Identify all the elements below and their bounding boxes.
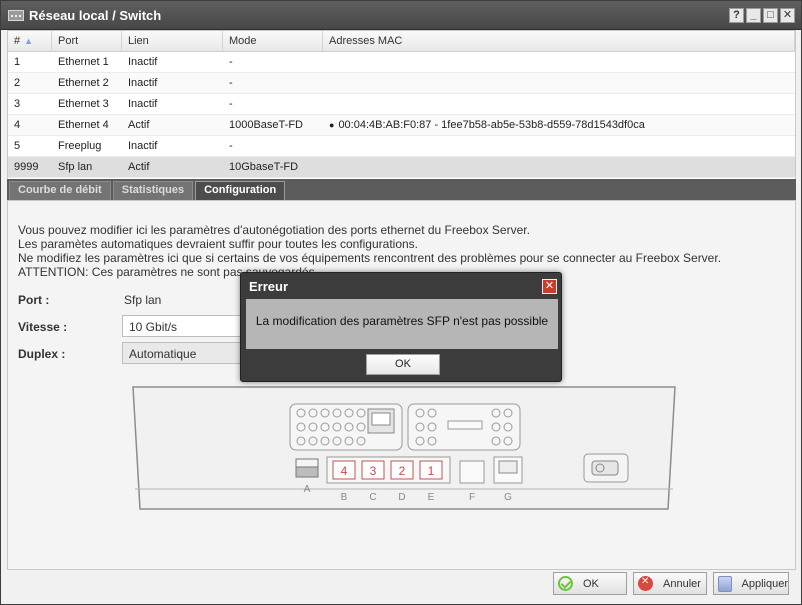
table-row[interactable]: 1 Ethernet 1 Inactif - bbox=[8, 52, 795, 73]
table-row[interactable]: 5 Freeplug Inactif - bbox=[8, 136, 795, 157]
ok-button[interactable]: OK bbox=[553, 572, 627, 595]
cell-port: Ethernet 1 bbox=[58, 56, 109, 68]
port-label-1: 1 bbox=[428, 464, 435, 478]
tab-bar: Courbe de débit Statistiques Configurati… bbox=[7, 179, 796, 200]
column-header-id[interactable]: # ▲ bbox=[8, 31, 52, 51]
cell-mac bbox=[323, 94, 795, 114]
close-button[interactable]: ✕ bbox=[780, 8, 795, 23]
cell-mode: - bbox=[229, 56, 233, 68]
cell-id: 5 bbox=[14, 140, 21, 152]
info-text: Vous pouvez modifier ici les paramètres … bbox=[18, 223, 721, 279]
duplex-label: Duplex : bbox=[18, 347, 66, 361]
cell-port: Freeplug bbox=[58, 140, 102, 152]
cell-id: 2 bbox=[14, 77, 21, 89]
minimize-button[interactable]: _ bbox=[746, 8, 761, 23]
cell-lien: Actif bbox=[128, 119, 150, 131]
window-title: Réseau local / Switch bbox=[29, 8, 162, 23]
freebox-server-diagram: 4 3 2 1 A B C D E F G bbox=[132, 386, 676, 510]
table-row[interactable]: 2 Ethernet 2 Inactif - bbox=[8, 73, 795, 94]
cell-id: 9999 bbox=[14, 161, 39, 173]
speed-select[interactable]: 10 Gbit/s bbox=[122, 315, 252, 337]
bullet-icon: ● bbox=[329, 120, 335, 130]
cell-lien: Inactif bbox=[128, 98, 158, 110]
port-letter-a: A bbox=[304, 484, 311, 495]
tab-configuration[interactable]: Configuration bbox=[195, 181, 286, 200]
dialog-title: Erreur bbox=[249, 279, 289, 294]
cell-mode: 1000BaseT-FD bbox=[229, 119, 303, 131]
help-button[interactable]: ? bbox=[729, 8, 744, 23]
cell-mode: - bbox=[229, 140, 233, 152]
cell-mode: - bbox=[229, 77, 233, 89]
grid-header: # ▲ Port Lien Mode Adresses MAC bbox=[8, 31, 795, 52]
cell-mac bbox=[323, 136, 795, 156]
cell-id: 1 bbox=[14, 56, 21, 68]
title-bar[interactable]: Réseau local / Switch ? _ □ ✕ bbox=[1, 1, 801, 30]
ports-grid: # ▲ Port Lien Mode Adresses MAC 1 Etherne… bbox=[7, 30, 796, 180]
cell-mac bbox=[323, 73, 795, 93]
dialog-ok-button[interactable]: OK bbox=[366, 354, 440, 375]
cancel-label: Annuler bbox=[663, 577, 701, 590]
tab-statistiques[interactable]: Statistiques bbox=[112, 181, 194, 200]
cell-mac bbox=[323, 52, 795, 72]
cell-port: Sfp lan bbox=[58, 161, 93, 173]
port-letter-c: C bbox=[369, 492, 376, 503]
switch-icon bbox=[8, 10, 24, 21]
port-letter-b: B bbox=[341, 492, 348, 503]
error-dialog: Erreur ✕ La modification des paramètres … bbox=[240, 272, 562, 382]
duplex-select[interactable]: Automatique bbox=[122, 342, 252, 364]
cancel-button[interactable]: Annuler bbox=[633, 572, 707, 595]
column-header-lien[interactable]: Lien bbox=[122, 31, 223, 51]
cell-mode: - bbox=[229, 98, 233, 110]
cell-lien: Inactif bbox=[128, 56, 158, 68]
port-label-3: 3 bbox=[370, 464, 377, 478]
configuration-panel: Vous pouvez modifier ici les paramètres … bbox=[7, 200, 796, 570]
cell-id: 3 bbox=[14, 98, 21, 110]
tab-courbe-de-debit[interactable]: Courbe de débit bbox=[9, 181, 111, 200]
maximize-button[interactable]: □ bbox=[763, 8, 778, 23]
info-line: Vous pouvez modifier ici les paramètres … bbox=[18, 223, 530, 237]
sort-asc-icon: ▲ bbox=[24, 36, 34, 46]
port-label-4: 4 bbox=[341, 464, 348, 478]
speed-label: Vitesse : bbox=[18, 320, 68, 334]
dialog-close-icon[interactable]: ✕ bbox=[542, 279, 557, 294]
port-label-2: 2 bbox=[399, 464, 406, 478]
cell-mac: ● 00:04:4B:AB:F0:87 - 1fee7b58-ab5e-53b8-… bbox=[323, 115, 795, 135]
port-label: Port : bbox=[18, 293, 50, 307]
table-row-selected[interactable]: 9999 Sfp lan Actif 10GbaseT-FD bbox=[8, 157, 795, 178]
port-letter-g: G bbox=[504, 492, 512, 503]
cell-lien: Inactif bbox=[128, 77, 158, 89]
port-letter-d: D bbox=[398, 492, 405, 503]
cell-mode: 10GbaseT-FD bbox=[229, 161, 299, 173]
ok-label: OK bbox=[583, 577, 599, 590]
cell-lien: Inactif bbox=[128, 140, 158, 152]
cancel-icon bbox=[638, 576, 653, 591]
checkmark-icon bbox=[558, 576, 573, 591]
cell-port: Ethernet 3 bbox=[58, 98, 109, 110]
info-line: Les paramètes automatiques devraient suf… bbox=[18, 237, 419, 251]
dialog-body: La modification des paramètres SFP n'est… bbox=[246, 299, 558, 349]
port-value: Sfp lan bbox=[124, 293, 162, 307]
dialog-message: La modification des paramètres SFP n'est… bbox=[255, 314, 549, 328]
cell-port: Ethernet 4 bbox=[58, 119, 109, 131]
apply-icon bbox=[718, 575, 732, 592]
apply-button[interactable]: Appliquer bbox=[713, 572, 789, 595]
apply-label: Appliquer bbox=[741, 577, 788, 590]
port-letter-e: E bbox=[428, 492, 435, 503]
cell-lien: Actif bbox=[128, 161, 150, 173]
cell-id: 4 bbox=[14, 119, 21, 131]
mac-address: 00:04:4B:AB:F0:87 - 1fee7b58-ab5e-53b8-d… bbox=[338, 119, 645, 131]
column-header-mac[interactable]: Adresses MAC bbox=[323, 31, 795, 51]
port-letter-f: F bbox=[469, 492, 475, 503]
info-line: Ne modifiez les paramètres ici que si ce… bbox=[18, 251, 722, 265]
cell-mac bbox=[323, 157, 795, 177]
table-row[interactable]: 3 Ethernet 3 Inactif - bbox=[8, 94, 795, 115]
table-row[interactable]: 4 Ethernet 4 Actif 1000BaseT-FD ● 00:04:4… bbox=[8, 115, 795, 136]
cell-port: Ethernet 2 bbox=[58, 77, 109, 89]
column-header-mode[interactable]: Mode bbox=[223, 31, 323, 51]
column-header-port[interactable]: Port bbox=[52, 31, 122, 51]
